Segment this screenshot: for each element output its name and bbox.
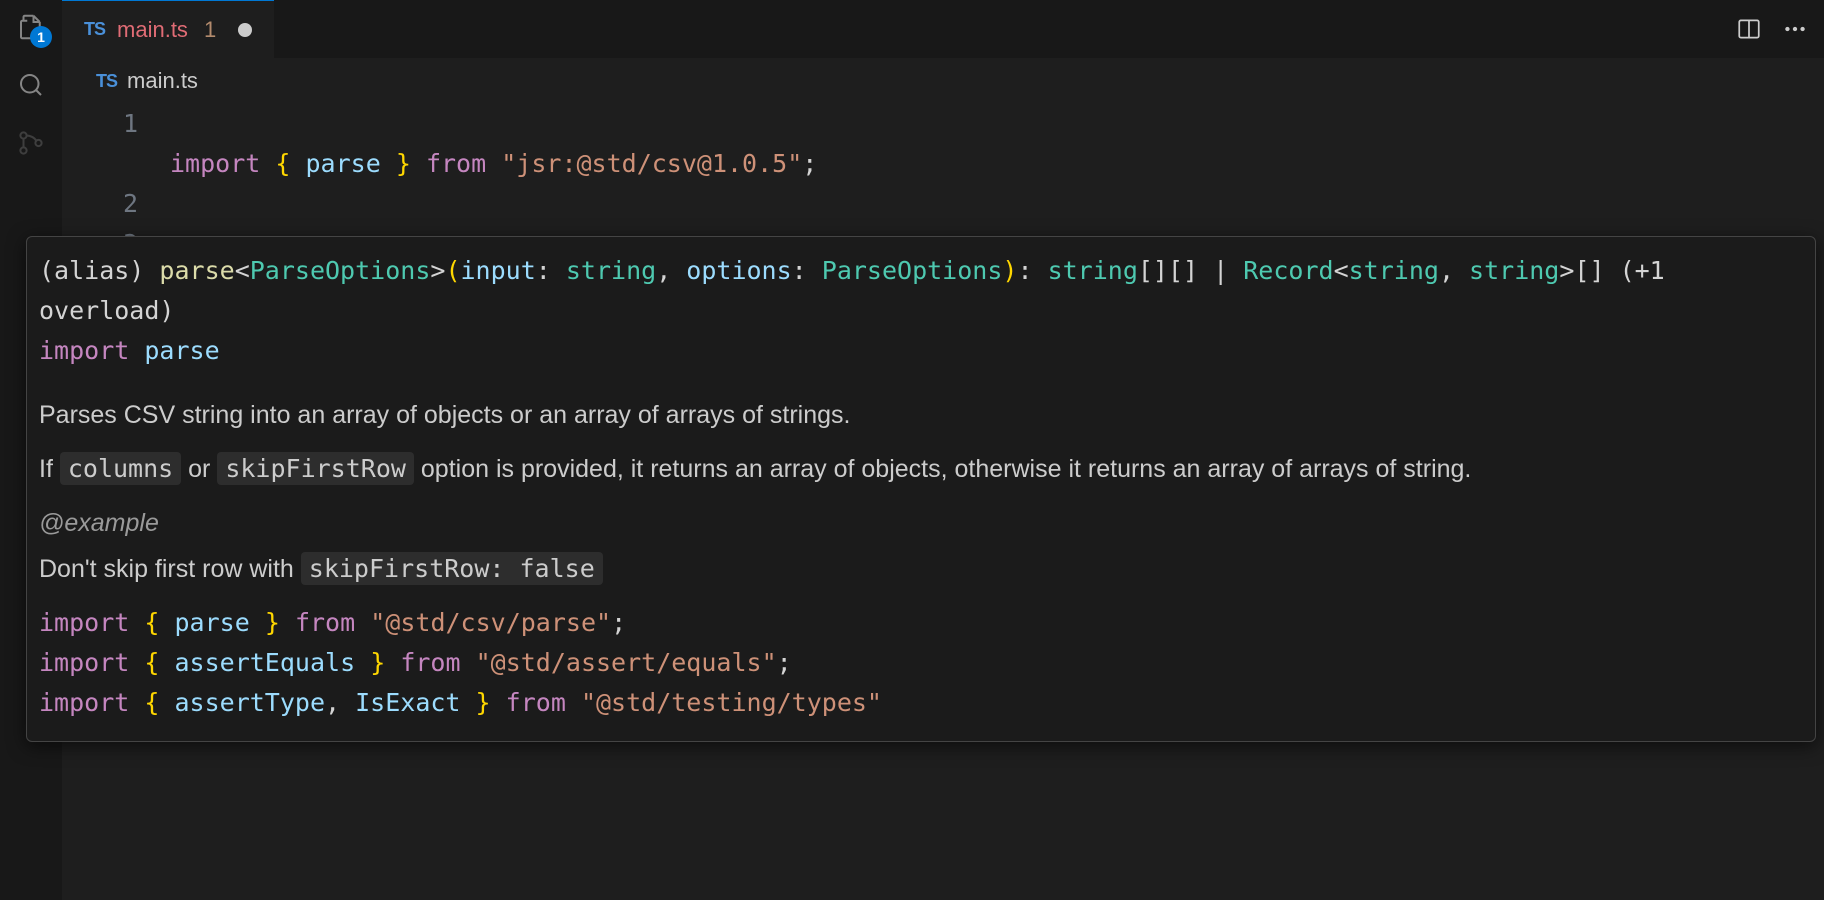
breadcrumb[interactable]: TS main.ts bbox=[62, 58, 1824, 104]
example-code: import { assertType, IsExact } from "@st… bbox=[39, 683, 1803, 723]
tab-modified-count: 1 bbox=[204, 17, 216, 43]
tab-actions bbox=[1736, 0, 1824, 58]
tab-main-ts[interactable]: TS main.ts 1 bbox=[62, 0, 274, 58]
example-code: import { parse } from "@std/csv/parse"; bbox=[39, 603, 1803, 643]
line-number: 1 bbox=[96, 104, 170, 184]
line-number: 2 bbox=[96, 184, 170, 224]
split-editor-icon[interactable] bbox=[1736, 16, 1762, 42]
signature-line: (alias) parse<ParseOptions>(input: strin… bbox=[39, 251, 1803, 331]
tab-name: main.ts bbox=[117, 17, 188, 43]
breadcrumb-file: main.ts bbox=[127, 68, 198, 94]
dirty-indicator-icon bbox=[238, 23, 252, 37]
explorer-icon[interactable]: 1 bbox=[16, 12, 46, 42]
source-control-icon[interactable] bbox=[16, 128, 46, 158]
tab-bar: TS main.ts 1 bbox=[62, 0, 1824, 58]
explorer-badge: 1 bbox=[30, 26, 52, 48]
code-line: 2 bbox=[96, 184, 1824, 224]
more-actions-icon[interactable] bbox=[1782, 16, 1808, 42]
code-line: 1 import { parse } from "jsr:@std/csv@1.… bbox=[96, 104, 1824, 184]
hover-tooltip: (alias) parse<ParseOptions>(input: strin… bbox=[26, 236, 1816, 742]
example-tag: @example bbox=[39, 509, 159, 537]
import-line: import parse bbox=[39, 331, 1803, 371]
typescript-icon: TS bbox=[96, 71, 117, 92]
search-icon[interactable] bbox=[16, 70, 46, 100]
example-code: import { assertEquals } from "@std/asser… bbox=[39, 643, 1803, 683]
typescript-icon: TS bbox=[84, 19, 105, 40]
hover-description: Parses CSV string into an array of objec… bbox=[39, 395, 1803, 589]
